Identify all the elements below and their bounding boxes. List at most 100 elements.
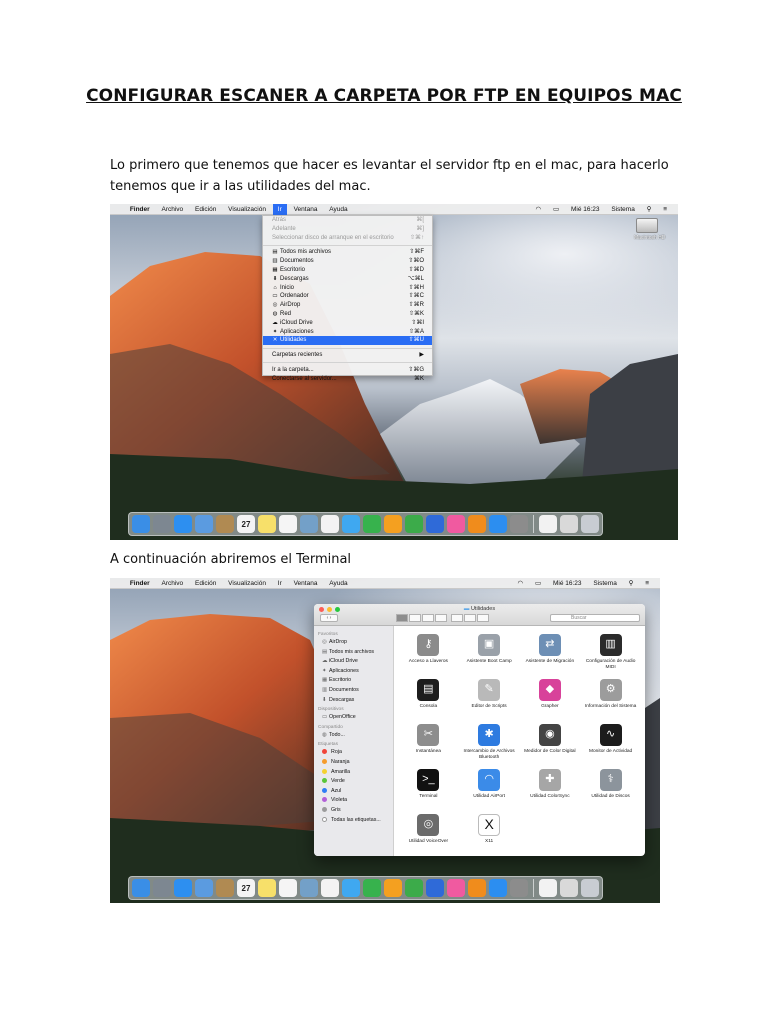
sidebar-item[interactable]: Azul [314,787,393,797]
reminders-icon[interactable] [279,515,297,533]
reminders-icon[interactable] [279,879,297,897]
menubar-clock[interactable]: Mié 16:23 [566,204,605,215]
go-menu-item[interactable]: Conectarse al servidor... ⌘K [263,375,432,384]
utility-app[interactable]: ▤ Consola [398,675,459,720]
utility-app[interactable]: ⇄ Asistente de Migración [520,630,581,675]
go-menu-item[interactable]: ▦ Escritorio ⇧⌘D [263,266,432,275]
battery-icon[interactable]: ▭ [548,204,564,215]
utility-app[interactable]: ◠ Utilidad AirPort [459,765,520,810]
go-menu-item[interactable]: ◍ Red ⇧⌘K [263,310,432,319]
sidebar-item[interactable]: Todas las etiquetas... [314,816,393,826]
menu-edicion[interactable]: Edición [190,204,221,215]
wifi-icon[interactable]: ◠ [531,204,547,215]
launchpad-icon[interactable] [153,515,171,533]
keynote-icon[interactable] [426,515,444,533]
menu-ir[interactable]: Ir [273,578,287,589]
document-icon[interactable] [539,879,557,897]
menu-ayuda[interactable]: Ayuda [324,204,352,215]
sidebar-item[interactable]: ▦ Escritorio [314,676,393,686]
battery-icon[interactable]: ▭ [530,578,546,589]
sidebar-item[interactable]: ▥ Documentos [314,686,393,696]
preview-icon[interactable] [300,515,318,533]
spotlight-icon[interactable]: ⚲ [642,204,657,215]
mail-icon[interactable] [195,879,213,897]
stack-icon[interactable] [560,515,578,533]
menu-visualizacion[interactable]: Visualización [223,204,271,215]
calendar-icon[interactable]: 27 [237,515,255,533]
list-view-button[interactable] [409,614,421,622]
cover-flow-button[interactable] [435,614,447,622]
sidebar-item[interactable]: ☁ iCloud Drive [314,657,393,667]
menu-edicion[interactable]: Edición [190,578,221,589]
sidebar-item[interactable]: Violeta [314,796,393,806]
utility-app[interactable]: ⚙ Información del Sistema [580,675,641,720]
menu-finder[interactable]: Finder [125,204,155,215]
go-menu-item[interactable]: ◎ AirDrop ⇧⌘R [263,301,432,310]
icon-view-button[interactable] [396,614,408,622]
trash-icon[interactable] [581,879,599,897]
notes-icon[interactable] [258,515,276,533]
system-preferences-icon[interactable] [510,879,528,897]
menu-ventana[interactable]: Ventana [289,204,323,215]
menubar-user[interactable]: Sistema [588,578,621,589]
numbers-icon[interactable] [405,515,423,533]
sidebar-item[interactable]: ◍ Todo... [314,731,393,741]
contacts-icon[interactable] [216,879,234,897]
notification-center-icon[interactable]: ≡ [658,204,672,215]
sidebar-item[interactable]: ◎ AirDrop [314,638,393,648]
sidebar-item[interactable]: ▤ Todos mis archivos [314,648,393,658]
utility-app[interactable]: ◎ Utilidad VoiceOver [398,810,459,855]
facetime-icon[interactable] [363,515,381,533]
sidebar-item[interactable]: ✦ Aplicaciones [314,667,393,677]
sidebar-item[interactable]: ⬇ Descargas [314,696,393,706]
utility-app[interactable]: ✚ Utilidad ColorSync [520,765,581,810]
trash-icon[interactable] [581,515,599,533]
go-menu-item[interactable]: Ir a la carpeta... ⇧⌘G [263,366,432,375]
pages-icon[interactable] [384,515,402,533]
search-input[interactable]: Buscar [550,614,640,622]
appstore-icon[interactable] [489,515,507,533]
itunes-icon[interactable] [447,515,465,533]
notes-icon[interactable] [258,879,276,897]
menu-ir[interactable]: Ir [272,204,287,215]
system-preferences-icon[interactable] [510,515,528,533]
messages-icon[interactable] [342,879,360,897]
notification-center-icon[interactable]: ≡ [640,578,654,589]
spotlight-icon[interactable]: ⚲ [624,578,639,589]
keynote-icon[interactable] [426,879,444,897]
photos-icon[interactable] [321,515,339,533]
utility-app[interactable]: ▣ Asistente Boot Camp [459,630,520,675]
utility-app[interactable]: ⚷ Acceso a Llaveros [398,630,459,675]
utility-app[interactable]: ✎ Editor de Scripts [459,675,520,720]
photos-icon[interactable] [321,879,339,897]
go-menu-item[interactable]: ✕ Utilidades ⇧⌘U [263,336,432,346]
share-button[interactable] [477,614,489,622]
utility-app[interactable]: ✂ Instantánea [398,720,459,765]
go-menu-item[interactable]: ☁ iCloud Drive ⇧⌘I [263,319,432,328]
sidebar-item[interactable]: Gris [314,806,393,816]
document-icon[interactable] [539,515,557,533]
ibooks-icon[interactable] [468,879,486,897]
wifi-icon[interactable]: ◠ [513,578,529,589]
go-menu-item[interactable]: Carpetas recientes ▶ [263,351,432,360]
sidebar-item[interactable]: Verde [314,777,393,787]
utility-app[interactable]: ▥ Configuración de Audio MIDI [580,630,641,675]
calendar-icon[interactable]: 27 [237,879,255,897]
safari-icon[interactable] [174,879,192,897]
back-forward-buttons[interactable]: ‹ › [320,614,338,622]
pages-icon[interactable] [384,879,402,897]
go-menu-item[interactable]: ⌂ Inicio ⇧⌘H [263,284,432,293]
go-menu-item[interactable]: ⬇ Descargas ⌥⌘L [263,275,432,284]
finder-icon[interactable] [132,879,150,897]
menubar-clock[interactable]: Mié 16:23 [548,578,587,589]
action-gear-button[interactable] [464,614,476,622]
menubar-user[interactable]: Sistema [606,204,639,215]
safari-icon[interactable] [174,515,192,533]
menu-archivo[interactable]: Archivo [157,578,189,589]
go-menu-item[interactable]: ▭ Ordenador ⇧⌘C [263,292,432,301]
sidebar-item[interactable]: ▭ OpenOffice [314,713,393,723]
preview-icon[interactable] [300,879,318,897]
utility-app[interactable]: X X11 [459,810,520,855]
utility-app[interactable]: ◉ Medidor de Color Digital [520,720,581,765]
finder-icon[interactable] [132,515,150,533]
